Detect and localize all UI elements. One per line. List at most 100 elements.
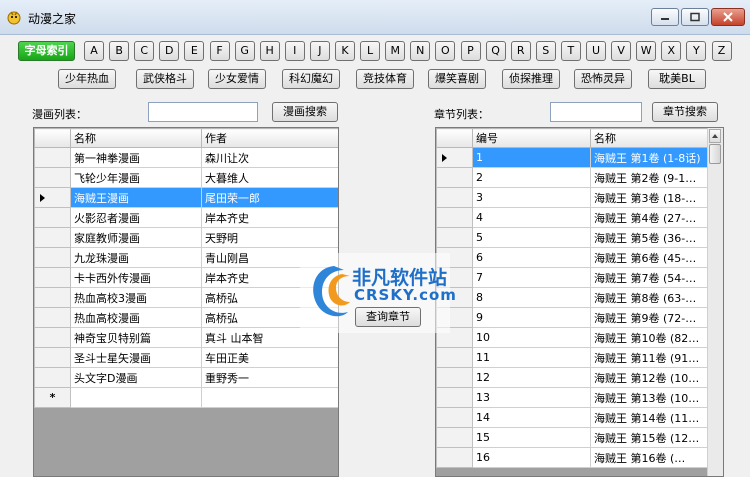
- letter-index-button[interactable]: 字母索引: [18, 41, 75, 61]
- chapter-number-cell[interactable]: 13: [472, 387, 591, 408]
- comic-table-row[interactable]: 热血高校3漫画 高桥弘: [34, 287, 338, 308]
- letter-button-p[interactable]: P: [460, 41, 481, 61]
- comic-grid[interactable]: 名称 作者 第一神拳漫画 森川让次 飞轮少年漫画 大暮维人 海贼王漫画 尾田荣一郎 火影忍者…: [33, 127, 339, 477]
- letter-button-i[interactable]: I: [284, 41, 305, 61]
- chapter-table-row[interactable]: 16 海贼王 第16卷 (…: [436, 447, 709, 468]
- letter-button-e[interactable]: E: [184, 41, 205, 61]
- comic-name-cell[interactable]: 第一神拳漫画: [70, 147, 202, 168]
- letter-button-n[interactable]: N: [410, 41, 431, 61]
- chapter-col-number[interactable]: 编号: [472, 128, 591, 148]
- comic-author-cell[interactable]: 尾田荣一郎: [201, 187, 338, 208]
- row-header[interactable]: [436, 167, 473, 188]
- letter-button-h[interactable]: H: [259, 41, 280, 61]
- chapter-name-cell[interactable]: 海贼王 第16卷 (…: [590, 447, 709, 468]
- row-header[interactable]: [436, 387, 473, 408]
- chapter-number-cell[interactable]: 9: [472, 307, 591, 328]
- chapter-name-cell[interactable]: 海贼王 第14卷 (11…: [590, 407, 709, 428]
- chapter-name-cell[interactable]: 海贼王 第13卷 (10…: [590, 387, 709, 408]
- row-header[interactable]: [436, 407, 473, 428]
- row-header[interactable]: [34, 347, 71, 368]
- chapter-table-row[interactable]: 13 海贼王 第13卷 (10…: [436, 387, 709, 408]
- comic-name-cell[interactable]: 圣斗士星矢漫画: [70, 347, 202, 368]
- category-button[interactable]: 恐怖灵异: [574, 69, 632, 89]
- category-button[interactable]: 爆笑喜剧: [428, 69, 486, 89]
- new-row-cell[interactable]: [70, 387, 202, 408]
- chapter-table-row[interactable]: 8 海贼王 第8卷 (63-…: [436, 287, 709, 308]
- minimize-button[interactable]: [651, 8, 679, 26]
- comic-table-row[interactable]: 神奇宝贝特别篇 真斗 山本智: [34, 327, 338, 348]
- letter-button-f[interactable]: F: [209, 41, 230, 61]
- chapter-table-row[interactable]: 11 海贼王 第11卷 (91…: [436, 347, 709, 368]
- comic-name-cell[interactable]: 家庭教师漫画: [70, 227, 202, 248]
- row-header[interactable]: [34, 247, 71, 268]
- category-button[interactable]: 少女爱情: [208, 69, 266, 89]
- comic-name-cell[interactable]: 火影忍者漫画: [70, 207, 202, 228]
- category-button[interactable]: 竞技体育: [356, 69, 414, 89]
- chapter-name-cell[interactable]: 海贼王 第10卷 (82…: [590, 327, 709, 348]
- letter-button-z[interactable]: Z: [711, 41, 732, 61]
- comic-table-row[interactable]: 九龙珠漫画 青山刚昌: [34, 247, 338, 268]
- chapter-number-cell[interactable]: 11: [472, 347, 591, 368]
- chapter-table-row[interactable]: 2 海贼王 第2卷 (9-1…: [436, 167, 709, 188]
- scroll-thumb[interactable]: [709, 144, 721, 164]
- chapter-search-input[interactable]: [550, 102, 642, 122]
- letter-button-s[interactable]: S: [535, 41, 556, 61]
- row-header[interactable]: [34, 147, 71, 168]
- comic-col-name[interactable]: 名称: [70, 128, 202, 148]
- chapter-table-row[interactable]: 10 海贼王 第10卷 (82…: [436, 327, 709, 348]
- row-header[interactable]: [34, 267, 71, 288]
- chapter-name-cell[interactable]: 海贼王 第9卷 (72-…: [590, 307, 709, 328]
- comic-search-button[interactable]: 漫画搜索: [272, 102, 338, 122]
- row-header[interactable]: [436, 187, 473, 208]
- letter-button-a[interactable]: A: [84, 41, 104, 61]
- chapter-name-cell[interactable]: 海贼王 第6卷 (45-…: [590, 247, 709, 268]
- chapter-number-cell[interactable]: 6: [472, 247, 591, 268]
- chapter-name-cell[interactable]: 海贼王 第2卷 (9-1…: [590, 167, 709, 188]
- comic-name-cell[interactable]: 飞轮少年漫画: [70, 167, 202, 188]
- chapter-scrollbar[interactable]: [707, 128, 723, 476]
- chapter-table-row[interactable]: 7 海贼王 第7卷 (54-…: [436, 267, 709, 288]
- comic-name-cell[interactable]: 九龙珠漫画: [70, 247, 202, 268]
- letter-button-y[interactable]: Y: [686, 41, 707, 61]
- chapter-table-row[interactable]: 15 海贼王 第15卷 (12…: [436, 427, 709, 448]
- category-button[interactable]: 武侠格斗: [136, 69, 194, 89]
- chapter-number-cell[interactable]: 16: [472, 447, 591, 468]
- comic-table-row[interactable]: 热血高校漫画 高桥弘: [34, 307, 338, 328]
- chapter-grid[interactable]: 编号 名称 1 海贼王 第1卷 (1-8话) 2 海贼王 第2卷 (9-1… 3 海贼王 …: [435, 127, 724, 477]
- comic-table-row[interactable]: 第一神拳漫画 森川让次: [34, 147, 338, 168]
- chapter-name-cell[interactable]: 海贼王 第12卷 (10…: [590, 367, 709, 388]
- letter-button-k[interactable]: K: [335, 41, 355, 61]
- comic-table-row[interactable]: 家庭教师漫画 天野明: [34, 227, 338, 248]
- chapter-name-cell[interactable]: 海贼王 第8卷 (63-…: [590, 287, 709, 308]
- chapter-name-cell[interactable]: 海贼王 第5卷 (36-…: [590, 227, 709, 248]
- chapter-number-cell[interactable]: 15: [472, 427, 591, 448]
- chapter-number-cell[interactable]: 1: [472, 147, 591, 168]
- chapter-number-cell[interactable]: 2: [472, 167, 591, 188]
- chapter-name-cell[interactable]: 海贼王 第11卷 (91…: [590, 347, 709, 368]
- chapter-number-cell[interactable]: 14: [472, 407, 591, 428]
- category-button[interactable]: 少年热血: [58, 69, 116, 89]
- comic-author-cell[interactable]: 车田正美: [201, 347, 338, 368]
- scroll-up-button[interactable]: [709, 129, 721, 143]
- chapter-number-cell[interactable]: 4: [472, 207, 591, 228]
- chapter-search-button[interactable]: 章节搜索: [652, 102, 718, 122]
- letter-button-t[interactable]: T: [560, 41, 581, 61]
- comic-col-author[interactable]: 作者: [201, 128, 338, 148]
- comic-table-row[interactable]: 头文字D漫画 重野秀一: [34, 367, 338, 388]
- letter-button-r[interactable]: R: [510, 41, 531, 61]
- chapter-number-cell[interactable]: 5: [472, 227, 591, 248]
- comic-author-cell[interactable]: 重野秀一: [201, 367, 338, 388]
- chapter-number-cell[interactable]: 10: [472, 327, 591, 348]
- comic-table-row[interactable]: 海贼王漫画 尾田荣一郎: [34, 187, 338, 208]
- letter-button-g[interactable]: G: [234, 41, 255, 61]
- row-header[interactable]: [436, 207, 473, 228]
- comic-name-cell[interactable]: 神奇宝贝特别篇: [70, 327, 202, 348]
- new-row-cell[interactable]: [201, 387, 338, 408]
- comic-table-row[interactable]: 飞轮少年漫画 大暮维人: [34, 167, 338, 188]
- comic-search-input[interactable]: [148, 102, 258, 122]
- chapter-table-row[interactable]: 1 海贼王 第1卷 (1-8话): [436, 147, 709, 168]
- comic-author-cell[interactable]: 天野明: [201, 227, 338, 248]
- row-header[interactable]: [436, 427, 473, 448]
- comic-new-row[interactable]: *: [34, 387, 338, 408]
- category-button[interactable]: 耽美BL: [648, 69, 706, 89]
